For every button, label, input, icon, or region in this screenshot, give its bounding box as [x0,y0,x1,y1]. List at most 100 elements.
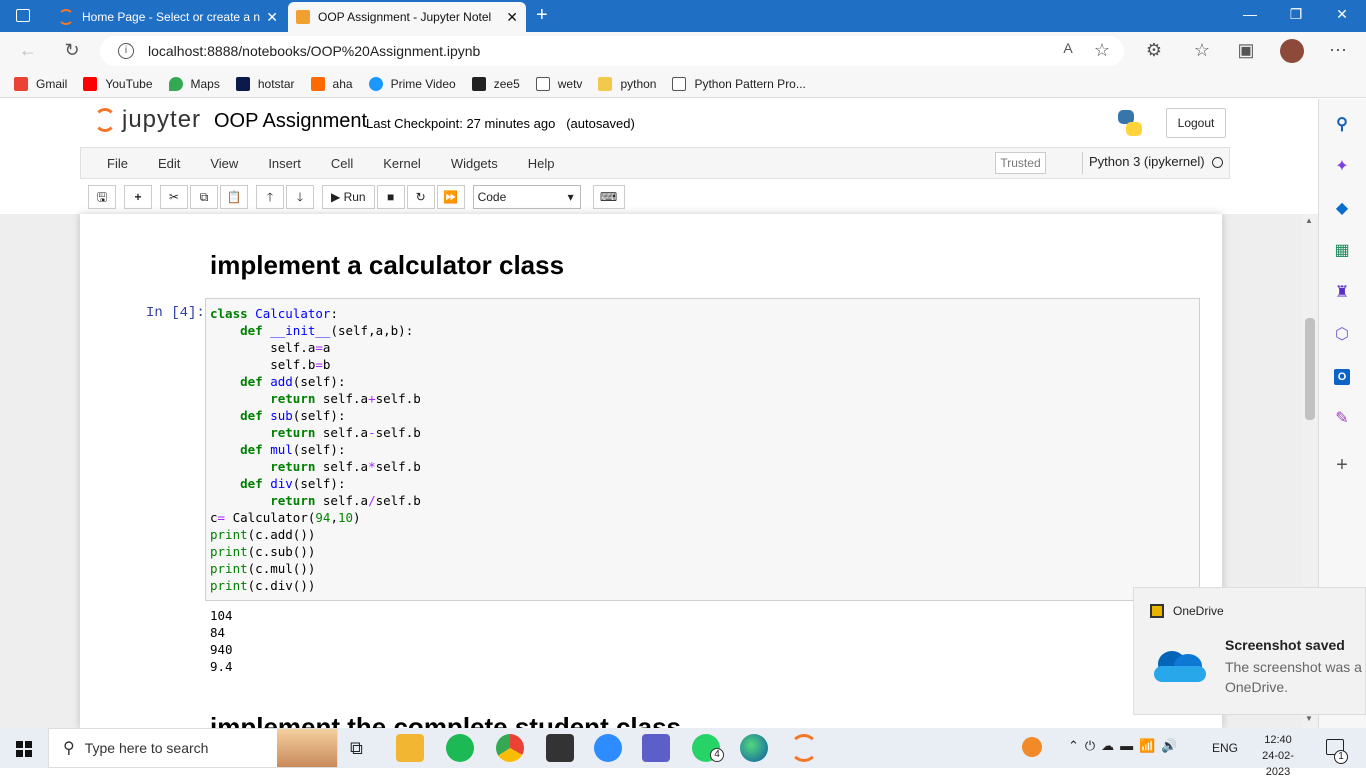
profile-avatar[interactable] [1280,39,1304,63]
menu-widgets[interactable]: Widgets [451,156,498,171]
trusted-indicator[interactable]: Trusted [995,152,1046,174]
gmail-icon [14,76,28,91]
tab-actions-icon[interactable] [16,9,30,22]
bookmark-gmail[interactable]: Gmail [14,76,67,91]
language-indicator[interactable]: ENG [1212,741,1238,755]
notification-app-name: OneDrive [1173,604,1224,618]
taskbar-clock[interactable]: 12:40 24-02-2023 [1250,732,1306,780]
more-menu-icon[interactable]: ⋯ [1326,40,1350,61]
kernel-name[interactable]: Python 3 (ipykernel) [1082,152,1205,174]
onedrive-cloud-icon [1154,651,1206,682]
read-aloud-icon[interactable]: A [1056,40,1080,56]
refresh-icon[interactable]: ↻ [60,40,84,61]
notification-title: Screenshot saved [1225,637,1345,653]
insert-cell-icon[interactable]: + [124,185,152,209]
keyboard-icon[interactable]: ⌨ [592,185,625,209]
interrupt-icon[interactable]: ■ [376,185,405,209]
restart-icon[interactable]: ↻ [406,185,435,209]
copy-icon[interactable]: ⧉ [190,185,218,209]
menu-insert[interactable]: Insert [268,156,301,171]
menu-kernel[interactable]: Kernel [383,156,421,171]
bookmark-python[interactable]: python [598,76,656,91]
system-tray-icons[interactable]: ⌃⏻☁▬📶🔊 [1068,738,1184,754]
bookmark-wetv[interactable]: wetv [535,76,582,91]
add-sidebar-app-icon[interactable]: + [1334,455,1350,475]
bookmark-maps[interactable]: Maps [168,76,220,91]
bookmark-aha[interactable]: aha [310,76,353,91]
move-up-icon[interactable]: 🡑 [256,185,284,209]
prime-video-icon [368,76,383,91]
chrome-icon[interactable] [496,734,524,762]
notification-body: The screenshot was a OneDrive. [1225,659,1362,695]
minimize-icon[interactable]: — [1228,6,1272,22]
search-icon[interactable]: ⚲ [1334,117,1350,133]
back-icon[interactable]: ← [16,40,40,61]
scroll-down-icon[interactable]: ▼ [1305,714,1313,723]
restart-run-all-icon[interactable]: ⏩ [436,185,465,209]
microsoft365-icon[interactable]: ⬡ [1334,327,1350,343]
menu-cell[interactable]: Cell [331,156,353,171]
menu-file[interactable]: File [107,156,128,171]
menu-edit[interactable]: Edit [158,156,180,171]
spotify-icon[interactable] [446,734,474,762]
shopping-tag-icon[interactable]: ◆ [1334,201,1350,217]
edge-icon[interactable] [740,734,768,762]
jupyter-taskbar-icon[interactable] [790,734,818,762]
save-icon[interactable]: 🖫 [88,185,116,209]
file-explorer-icon[interactable] [396,734,424,762]
zoom-icon[interactable] [594,734,622,762]
run-button[interactable]: ▶ Run [322,185,375,209]
restore-icon[interactable]: ❐ [1274,6,1318,23]
menu-bar: File Edit View Insert Cell Kernel Widget… [80,147,1230,179]
games-icon[interactable]: ♜ [1334,285,1350,301]
code-content: class Calculator: def __init__(self,a,b)… [210,306,421,593]
notebook-name[interactable]: OOP Assignment [214,110,367,133]
onedrive-app-icon [1150,604,1164,618]
close-tab-icon[interactable]: ✕ [506,9,518,26]
menu-help[interactable]: Help [528,156,555,171]
outlook-icon[interactable]: O [1334,369,1350,385]
bookmark-zee5[interactable]: zee5 [471,76,520,91]
paste-icon[interactable]: 📋 [220,185,248,209]
checkpoint-status: Last Checkpoint: 27 minutes ago (autosav… [366,116,635,131]
copilot-icon[interactable]: ✦ [1334,159,1350,175]
close-window-icon[interactable]: ✕ [1320,6,1364,23]
favorites-icon[interactable]: ☆ [1190,40,1214,61]
menu-view[interactable]: View [210,156,238,171]
bookmark-prime-video[interactable]: Prime Video [368,76,456,91]
teams-icon[interactable] [642,734,670,762]
logout-button[interactable]: Logout [1166,108,1226,138]
cut-icon[interactable]: ✂ [160,185,188,209]
scrollbar-thumb[interactable] [1305,318,1315,420]
markdown-heading: implement a calculator class [210,250,565,280]
address-bar[interactable]: i localhost:8888/notebooks/OOP%20Assignm… [100,36,1124,66]
scroll-up-icon[interactable]: ▲ [1305,216,1313,225]
notebook-favicon-icon [296,10,310,24]
tab-home-page[interactable]: Home Page - Select or create a n ✕ [50,2,286,32]
kernel-idle-icon [1212,157,1223,168]
tools-icon[interactable]: ▦ [1334,243,1350,259]
folder-icon [598,76,613,91]
move-down-icon[interactable]: 🡓 [286,185,314,209]
bookmark-hotstar[interactable]: hotstar [235,76,295,91]
extensions-icon[interactable]: ⚙ [1142,40,1166,61]
weather-icon[interactable] [1022,737,1042,757]
jupyter-logo[interactable]: jupyter [94,106,201,134]
bookmark-python-pattern[interactable]: Python Pattern Pro... [672,76,806,91]
new-tab-icon[interactable]: + [536,4,548,27]
favorite-add-icon[interactable]: ☆ [1090,40,1114,61]
bookmark-youtube[interactable]: YouTube [83,76,153,91]
close-tab-icon[interactable]: ✕ [266,9,278,26]
collections-icon[interactable]: ▣ [1234,40,1258,61]
cell-type-select[interactable]: Code [472,185,581,209]
site-info-icon[interactable]: i [118,43,134,59]
windows-start-icon[interactable] [16,741,32,757]
tab-oop-assignment[interactable]: OOP Assignment - Jupyter Notel ✕ [288,2,526,32]
page-icon [535,76,550,91]
task-view-icon[interactable]: ⧉ [350,738,363,759]
sticky-notes-icon[interactable] [546,734,574,762]
youtube-icon [83,76,98,91]
designer-icon[interactable]: ✎ [1334,411,1350,427]
url-text: localhost:8888/notebooks/OOP%20Assignmen… [148,43,481,59]
taskbar-search[interactable]: ⚲ Type here to search [48,728,338,768]
